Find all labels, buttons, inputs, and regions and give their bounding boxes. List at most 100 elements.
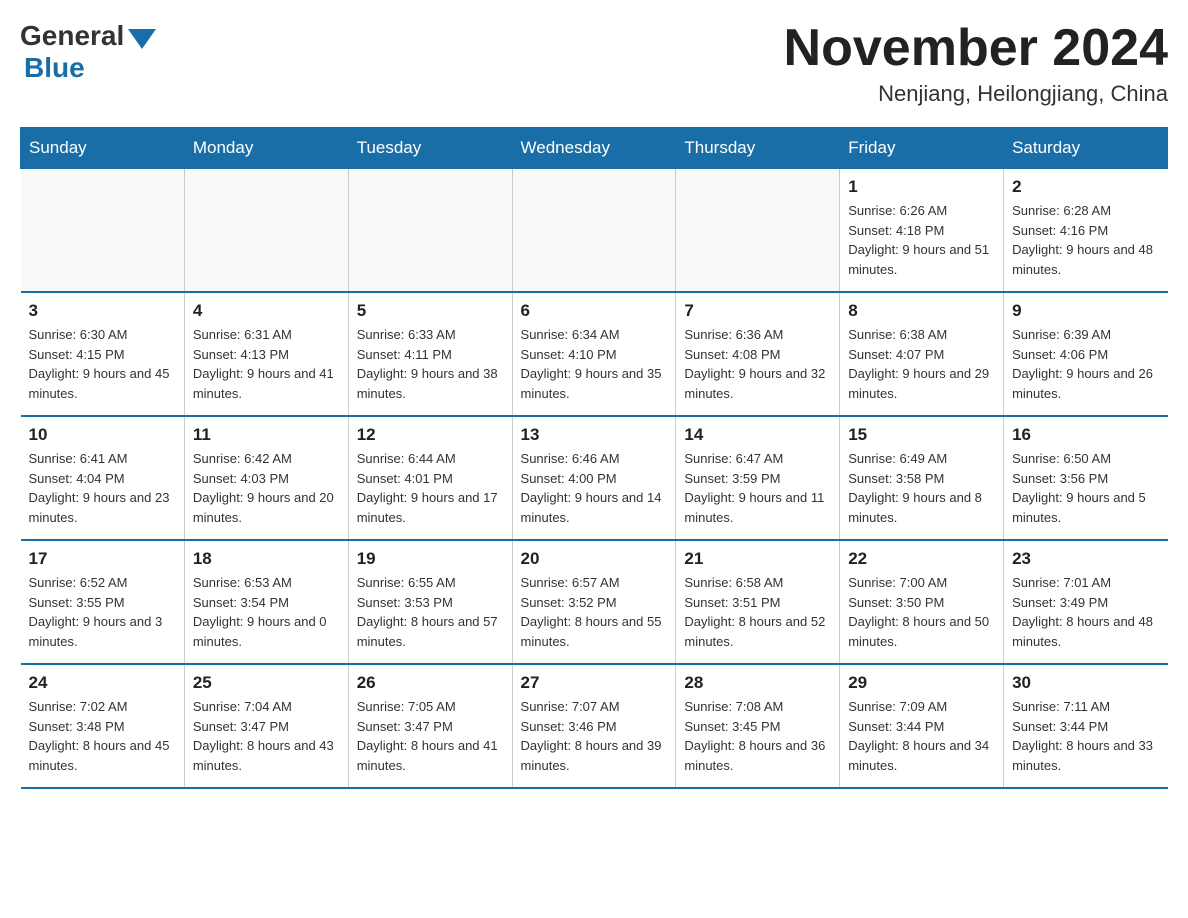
day-info: Sunrise: 7:05 AMSunset: 3:47 PMDaylight:… (357, 697, 504, 775)
weekday-header-row: SundayMondayTuesdayWednesdayThursdayFrid… (21, 128, 1168, 169)
calendar-cell: 19 Sunrise: 6:55 AMSunset: 3:53 PMDayligh… (348, 540, 512, 664)
calendar-cell: 21Sunrise: 6:58 AMSunset: 3:51 PMDayligh… (676, 540, 840, 664)
day-number: 3 (29, 301, 176, 321)
day-number: 7 (684, 301, 831, 321)
day-number: 19 (357, 549, 504, 569)
day-number: 9 (1012, 301, 1159, 321)
day-number: 2 (1012, 177, 1159, 197)
day-info: Sunrise: 6:26 AMSunset: 4:18 PMDaylight:… (848, 201, 995, 279)
week-row-2: 3 Sunrise: 6:30 AMSunset: 4:15 PMDaylight… (21, 292, 1168, 416)
day-info: Sunrise: 7:04 AMSunset: 3:47 PMDaylight:… (193, 697, 340, 775)
day-number: 17 (29, 549, 176, 569)
weekday-header-tuesday: Tuesday (348, 128, 512, 169)
day-info: Sunrise: 7:07 AMSunset: 3:46 PMDaylight:… (521, 697, 668, 775)
day-info: Sunrise: 6:36 AMSunset: 4:08 PMDaylight:… (684, 325, 831, 403)
day-number: 22 (848, 549, 995, 569)
day-info: Sunrise: 6:41 AMSunset: 4:04 PMDaylight:… (29, 449, 176, 527)
week-row-3: 10 Sunrise: 6:41 AMSunset: 4:04 PMDayligh… (21, 416, 1168, 540)
day-number: 25 (193, 673, 340, 693)
day-info: Sunrise: 6:34 AMSunset: 4:10 PMDaylight:… (521, 325, 668, 403)
calendar-cell: 1 Sunrise: 6:26 AMSunset: 4:18 PMDaylight… (840, 169, 1004, 293)
week-row-5: 24Sunrise: 7:02 AMSunset: 3:48 PMDayligh… (21, 664, 1168, 788)
calendar-cell: 7 Sunrise: 6:36 AMSunset: 4:08 PMDaylight… (676, 292, 840, 416)
calendar-cell: 11 Sunrise: 6:42 AMSunset: 4:03 PMDayligh… (184, 416, 348, 540)
weekday-header-saturday: Saturday (1004, 128, 1168, 169)
calendar-header: SundayMondayTuesdayWednesdayThursdayFrid… (21, 128, 1168, 169)
calendar-cell: 8Sunrise: 6:38 AMSunset: 4:07 PMDaylight… (840, 292, 1004, 416)
day-info: Sunrise: 6:49 AMSunset: 3:58 PMDaylight:… (848, 449, 995, 527)
day-info: Sunrise: 6:39 AMSunset: 4:06 PMDaylight:… (1012, 325, 1159, 403)
calendar-cell: 28 Sunrise: 7:08 AMSunset: 3:45 PMDayligh… (676, 664, 840, 788)
calendar-cell: 10 Sunrise: 6:41 AMSunset: 4:04 PMDayligh… (21, 416, 185, 540)
weekday-header-sunday: Sunday (21, 128, 185, 169)
day-number: 1 (848, 177, 995, 197)
calendar-cell: 24Sunrise: 7:02 AMSunset: 3:48 PMDayligh… (21, 664, 185, 788)
day-number: 4 (193, 301, 340, 321)
calendar-cell (21, 169, 185, 293)
day-info: Sunrise: 7:09 AMSunset: 3:44 PMDaylight:… (848, 697, 995, 775)
day-number: 11 (193, 425, 340, 445)
calendar-cell: 5 Sunrise: 6:33 AMSunset: 4:11 PMDaylight… (348, 292, 512, 416)
weekday-header-friday: Friday (840, 128, 1004, 169)
day-number: 13 (521, 425, 668, 445)
logo-blue-text: Blue (24, 52, 85, 84)
day-number: 23 (1012, 549, 1159, 569)
day-number: 12 (357, 425, 504, 445)
day-info: Sunrise: 6:30 AMSunset: 4:15 PMDaylight:… (29, 325, 176, 403)
calendar-cell: 14Sunrise: 6:47 AMSunset: 3:59 PMDayligh… (676, 416, 840, 540)
day-info: Sunrise: 6:42 AMSunset: 4:03 PMDaylight:… (193, 449, 340, 527)
page-header: General Blue November 2024 Nenjiang, Hei… (20, 20, 1168, 107)
day-number: 15 (848, 425, 995, 445)
calendar-cell: 15 Sunrise: 6:49 AMSunset: 3:58 PMDayligh… (840, 416, 1004, 540)
week-row-1: 1 Sunrise: 6:26 AMSunset: 4:18 PMDaylight… (21, 169, 1168, 293)
calendar-cell (512, 169, 676, 293)
day-number: 18 (193, 549, 340, 569)
calendar-cell (676, 169, 840, 293)
calendar-body: 1 Sunrise: 6:26 AMSunset: 4:18 PMDaylight… (21, 169, 1168, 789)
day-number: 27 (521, 673, 668, 693)
logo: General Blue (20, 20, 156, 84)
day-number: 26 (357, 673, 504, 693)
day-number: 28 (684, 673, 831, 693)
day-number: 29 (848, 673, 995, 693)
day-info: Sunrise: 6:53 AMSunset: 3:54 PMDaylight:… (193, 573, 340, 651)
calendar-cell: 9 Sunrise: 6:39 AMSunset: 4:06 PMDaylight… (1004, 292, 1168, 416)
day-info: Sunrise: 7:08 AMSunset: 3:45 PMDaylight:… (684, 697, 831, 775)
day-info: Sunrise: 6:28 AMSunset: 4:16 PMDaylight:… (1012, 201, 1159, 279)
location-text: Nenjiang, Heilongjiang, China (784, 81, 1168, 107)
day-info: Sunrise: 6:33 AMSunset: 4:11 PMDaylight:… (357, 325, 504, 403)
calendar-cell: 18 Sunrise: 6:53 AMSunset: 3:54 PMDayligh… (184, 540, 348, 664)
day-number: 8 (848, 301, 995, 321)
day-number: 20 (521, 549, 668, 569)
calendar-cell: 20 Sunrise: 6:57 AMSunset: 3:52 PMDayligh… (512, 540, 676, 664)
weekday-header-thursday: Thursday (676, 128, 840, 169)
logo-general-text: General (20, 20, 124, 52)
weekday-header-monday: Monday (184, 128, 348, 169)
calendar-table: SundayMondayTuesdayWednesdayThursdayFrid… (20, 127, 1168, 789)
day-info: Sunrise: 6:57 AMSunset: 3:52 PMDaylight:… (521, 573, 668, 651)
calendar-cell: 29 Sunrise: 7:09 AMSunset: 3:44 PMDayligh… (840, 664, 1004, 788)
day-info: Sunrise: 7:02 AMSunset: 3:48 PMDaylight:… (29, 697, 176, 775)
calendar-cell: 13 Sunrise: 6:46 AMSunset: 4:00 PMDayligh… (512, 416, 676, 540)
calendar-cell: 30Sunrise: 7:11 AMSunset: 3:44 PMDayligh… (1004, 664, 1168, 788)
day-number: 5 (357, 301, 504, 321)
day-number: 16 (1012, 425, 1159, 445)
week-row-4: 17 Sunrise: 6:52 AMSunset: 3:55 PMDayligh… (21, 540, 1168, 664)
calendar-cell: 23 Sunrise: 7:01 AMSunset: 3:49 PMDayligh… (1004, 540, 1168, 664)
day-info: Sunrise: 6:52 AMSunset: 3:55 PMDaylight:… (29, 573, 176, 651)
calendar-cell: 12Sunrise: 6:44 AMSunset: 4:01 PMDayligh… (348, 416, 512, 540)
day-info: Sunrise: 7:00 AMSunset: 3:50 PMDaylight:… (848, 573, 995, 651)
calendar-cell: 16Sunrise: 6:50 AMSunset: 3:56 PMDayligh… (1004, 416, 1168, 540)
calendar-cell (184, 169, 348, 293)
day-info: Sunrise: 6:46 AMSunset: 4:00 PMDaylight:… (521, 449, 668, 527)
day-info: Sunrise: 7:01 AMSunset: 3:49 PMDaylight:… (1012, 573, 1159, 651)
calendar-cell: 22 Sunrise: 7:00 AMSunset: 3:50 PMDayligh… (840, 540, 1004, 664)
day-number: 21 (684, 549, 831, 569)
calendar-cell: 6Sunrise: 6:34 AMSunset: 4:10 PMDaylight… (512, 292, 676, 416)
day-info: Sunrise: 6:55 AMSunset: 3:53 PMDaylight:… (357, 573, 504, 651)
day-info: Sunrise: 6:31 AMSunset: 4:13 PMDaylight:… (193, 325, 340, 403)
calendar-cell: 17 Sunrise: 6:52 AMSunset: 3:55 PMDayligh… (21, 540, 185, 664)
day-number: 10 (29, 425, 176, 445)
logo-triangle-icon (128, 29, 156, 49)
calendar-cell (348, 169, 512, 293)
